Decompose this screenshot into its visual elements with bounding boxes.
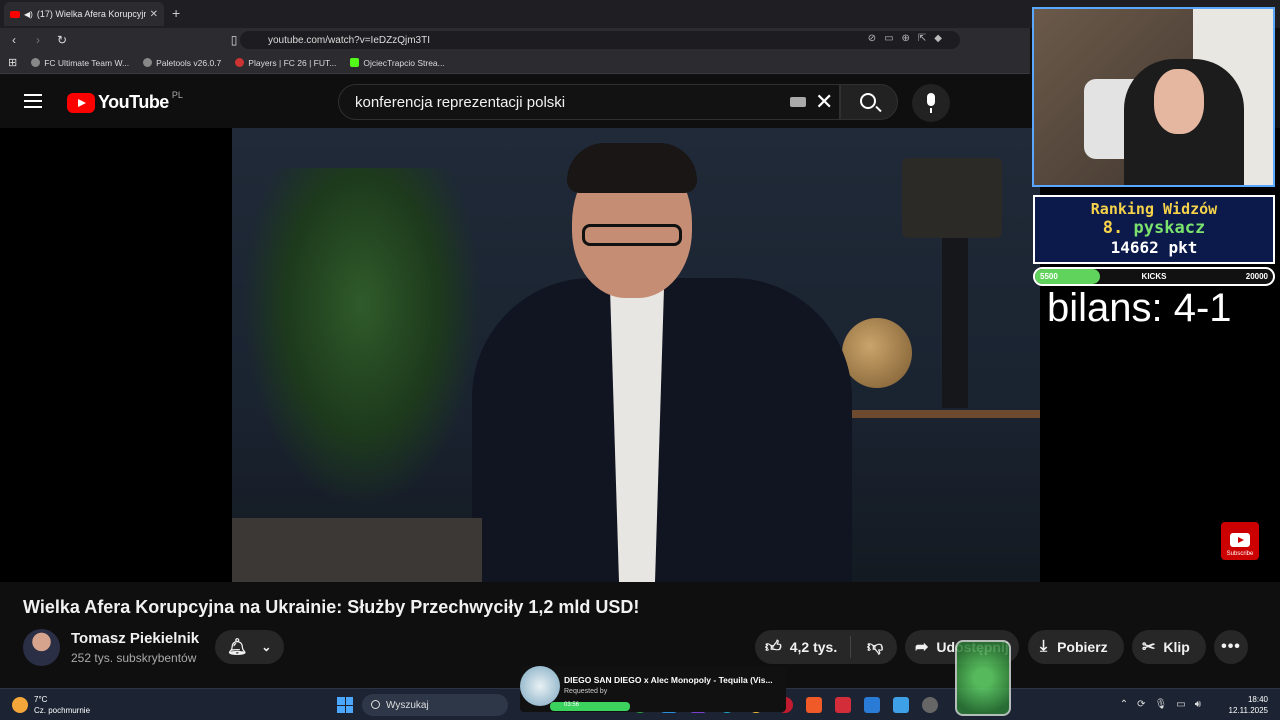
video-title: Wielka Afera Korupcyjna na Ukrainie: Słu…	[23, 597, 640, 617]
bookmark-item[interactable]: Paletools v26.0.7	[143, 58, 221, 68]
bookmark-favicon-icon	[235, 58, 245, 67]
dislike-button[interactable]: 👎︎	[851, 638, 883, 657]
back-icon[interactable]: ‹	[4, 33, 24, 47]
youtube-subscribe-icon	[1230, 533, 1250, 547]
search-icon	[860, 93, 876, 109]
requested-by: Requested by	[564, 688, 608, 695]
search-value: konferencja reprezentacji polski	[355, 93, 566, 111]
windows-start-icon[interactable]	[337, 697, 353, 713]
download-label: Pobierz	[1057, 639, 1108, 655]
youtube-logo[interactable]: YouTube PL	[67, 89, 183, 113]
laptop-image	[232, 518, 482, 582]
menu-icon[interactable]	[24, 94, 42, 108]
ranking-entry: 8. pyskacz	[1102, 218, 1206, 238]
bookmark-favicon-icon	[143, 58, 153, 67]
kicks-goal-bar: 5500 KICKS 20000	[1033, 267, 1275, 286]
youtube-play-icon	[67, 92, 95, 113]
screen: ◀) (17) Wielka Afera Korupcyjna ✕ + ‹ › …	[0, 0, 1280, 720]
chevron-down-icon: ⌄	[261, 640, 272, 654]
weather-icon	[12, 697, 28, 713]
subscriber-count: 252 tys. subskrybentów	[71, 651, 197, 665]
notification-button[interactable]: 🔔︎ ⌄	[215, 630, 284, 664]
close-tab-icon[interactable]: ✕	[150, 9, 158, 20]
kick-favicon-icon	[350, 58, 360, 67]
reload-icon[interactable]: ↻	[52, 33, 72, 47]
scissors-icon: ✂	[1142, 639, 1156, 656]
presenter-glasses-image	[582, 224, 682, 246]
vivaldi-icon[interactable]	[835, 697, 851, 713]
clip-label: Klip	[1163, 639, 1190, 655]
app-icon[interactable]	[893, 697, 909, 713]
search-button[interactable]	[840, 84, 898, 120]
clip-button[interactable]: ✂ Klip	[1132, 630, 1206, 664]
bookmarks-bar: ⊞ FC Ultimate Team W... Paletools v26.0.…	[0, 52, 1030, 74]
download-icon: ⤓	[1040, 638, 1048, 655]
bell-icon: 🔔︎	[227, 639, 248, 656]
kicks-label: KICKS	[1141, 272, 1167, 281]
youtube-wordmark: YouTube	[98, 92, 169, 112]
new-tab-icon[interactable]: +	[172, 5, 180, 21]
search-input[interactable]: konferencja reprezentacji polski	[338, 84, 840, 120]
song-progress: 03:56	[550, 702, 630, 711]
webcam-overlay	[1032, 7, 1275, 187]
lamp-base-image	[942, 238, 968, 408]
address-bar[interactable]: youtube.com/watch?v=IeDZzQjm3TI ⊘▭⊕⇱◆	[240, 31, 960, 49]
more-icon: •••	[1221, 638, 1241, 655]
viewer-ranking-panel: Ranking Widzów 8. pyskacz 14662 pkt	[1033, 195, 1275, 264]
tip-jar-image	[955, 640, 1011, 716]
address-bar-icons: ⊘▭⊕⇱◆	[867, 33, 950, 44]
share-icon: ➦	[915, 639, 929, 656]
channel-avatar[interactable]	[23, 629, 60, 666]
app-icon[interactable]	[922, 697, 938, 713]
bilans-text: bilans: 4-1	[1047, 286, 1232, 330]
webcam-face	[1154, 69, 1204, 134]
country-code: PL	[171, 89, 183, 100]
channel-name[interactable]: Tomasz Piekielnik	[71, 630, 199, 647]
url-text: youtube.com/watch?v=IeDZzQjm3TI	[268, 34, 431, 46]
ranking-title: Ranking Widzów	[1090, 200, 1218, 218]
song-title: DIEGO SAN DIEGO x Alec Monopoly - Tequil…	[564, 675, 773, 685]
system-tray-icons[interactable]: ⌃⟳🎙︎▭🔊︎	[1120, 699, 1210, 710]
weather-desc: Cz. pochmurnie	[34, 706, 91, 715]
globe-image	[842, 318, 912, 388]
youtube-header: YouTube PL konferencja reprezentacji pol…	[0, 76, 1030, 128]
tab-title: (17) Wielka Afera Korupcyjna	[36, 9, 146, 19]
now-playing-widget: DIEGO SAN DIEGO x Alec Monopoly - Tequil…	[520, 666, 786, 712]
like-dislike-group: 👍︎ 4,2 tys. 👎︎	[755, 630, 897, 664]
like-button[interactable]: 👍︎ 4,2 tys.	[755, 636, 851, 658]
thumbs-up-icon: 👍︎	[765, 638, 782, 656]
app-icon[interactable]	[864, 697, 880, 713]
video-frame	[232, 128, 1040, 582]
clear-search-icon[interactable]: ✕	[815, 89, 833, 115]
speaker-icon: ◀)	[24, 9, 33, 19]
plant-image	[242, 168, 482, 508]
temperature: 7°C	[34, 695, 48, 704]
weather-widget[interactable]: 7°C Cz. pochmurnie	[12, 694, 90, 716]
lamp-image	[902, 158, 1002, 238]
bookmark-item[interactable]: OjciecTrapcio Strea...	[350, 58, 445, 68]
subscribe-watermark[interactable]: Subscribe	[1221, 522, 1259, 560]
keyboard-icon[interactable]	[790, 97, 806, 107]
brave-icon[interactable]	[806, 697, 822, 713]
shelf-image	[822, 410, 1040, 418]
bookmark-favicon-icon	[31, 58, 41, 67]
clock-time: 18:40	[1247, 695, 1268, 704]
bookmark-item[interactable]: Players | FC 26 | FUT...	[235, 58, 336, 68]
like-count: 4,2 tys.	[789, 639, 838, 655]
browser-tab[interactable]: ◀) (17) Wielka Afera Korupcyjna ✕	[4, 2, 164, 26]
download-button[interactable]: ⤓ Pobierz	[1028, 630, 1124, 664]
taskbar-search[interactable]: Wyszukaj	[362, 694, 508, 716]
apps-grid-icon[interactable]: ⊞	[8, 56, 17, 69]
album-art	[520, 666, 560, 706]
presenter-hair-image	[567, 143, 697, 193]
more-actions-button[interactable]: •••	[1214, 630, 1248, 664]
kicks-goal: 20000	[1245, 272, 1268, 281]
clock-date: 12.11.2025	[1228, 706, 1268, 715]
bookmark-item[interactable]: FC Ultimate Team W...	[31, 58, 129, 68]
voice-search-icon[interactable]	[912, 84, 950, 122]
youtube-favicon-icon	[10, 10, 20, 18]
ranking-points: 14662 pkt	[1110, 238, 1198, 257]
taskbar-clock[interactable]: 18:40 12.11.2025	[1229, 694, 1268, 716]
forward-icon[interactable]: ›	[28, 33, 48, 47]
